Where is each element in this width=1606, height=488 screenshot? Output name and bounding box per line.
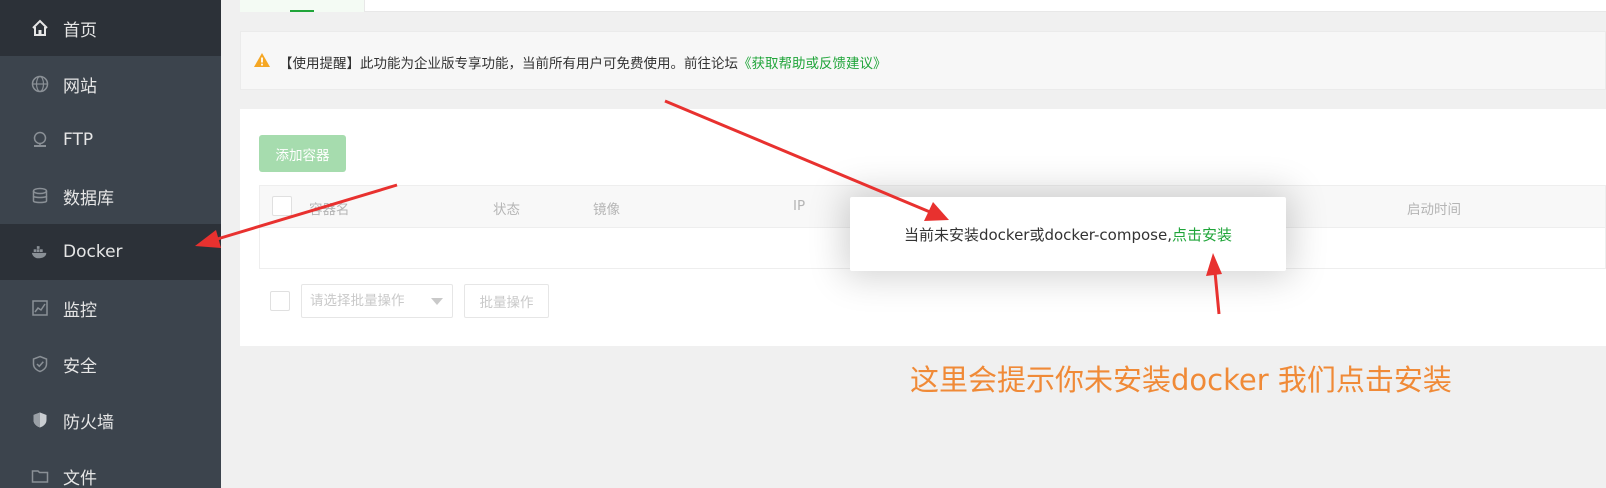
install-link[interactable]: 点击安装 <box>1172 224 1232 245</box>
docker-icon <box>31 243 49 261</box>
monitor-icon <box>31 299 49 317</box>
batch-operation-button[interactable]: 批量操作 <box>464 284 549 318</box>
firewall-shield-icon <box>31 411 49 429</box>
forum-help-link[interactable]: 《获取帮助或反馈建议》 <box>738 56 887 72</box>
sidebar-item-label: 网站 <box>63 76 97 97</box>
sidebar-item-label: FTP <box>63 130 94 150</box>
notice-text-wrap: 【使用提醒】此功能为企业版专享功能，当前所有用户可免费使用。前往论坛《获取帮助或… <box>279 52 887 72</box>
sidebar-item-label: 监控 <box>63 300 97 321</box>
tab-strip <box>240 0 1606 12</box>
sidebar-item-docker[interactable]: Docker <box>0 224 221 280</box>
sidebar-item-home[interactable]: 首页 <box>0 0 221 56</box>
select-all-checkbox[interactable] <box>272 196 292 216</box>
ftp-icon <box>31 131 49 149</box>
tab-active-indicator <box>290 10 314 12</box>
column-header-image[interactable]: 镜像 <box>593 198 620 218</box>
sidebar-item-files[interactable]: 文件 <box>0 448 221 488</box>
batch-select-checkbox[interactable] <box>270 291 290 311</box>
column-header-status[interactable]: 状态 <box>493 198 520 218</box>
usage-notice: 【使用提醒】此功能为企业版专享功能，当前所有用户可免费使用。前往论坛《获取帮助或… <box>240 31 1606 90</box>
column-header-start-time[interactable]: 启动时间 <box>1407 198 1461 218</box>
folder-icon <box>31 467 49 485</box>
chevron-down-icon <box>431 298 443 305</box>
column-header-name[interactable]: 容器名 <box>309 198 350 218</box>
shield-check-icon <box>31 355 49 373</box>
batch-select-placeholder: 请选择批量操作 <box>310 293 405 309</box>
home-icon <box>31 19 49 37</box>
warning-icon <box>253 52 271 72</box>
popup-message: 当前未安装docker或docker-compose, <box>903 225 1172 244</box>
sidebar-item-database[interactable]: 数据库 <box>0 168 221 224</box>
database-icon <box>31 187 49 205</box>
globe-icon <box>31 75 49 93</box>
sidebar-item-label: 数据库 <box>63 188 114 209</box>
docker-not-installed-popup: 当前未安装docker或docker-compose, 点击安装 <box>850 197 1286 271</box>
sidebar-item-ftp[interactable]: FTP <box>0 112 221 168</box>
notice-text: 【使用提醒】此功能为企业版专享功能，当前所有用户可免费使用。前往论坛 <box>279 56 738 72</box>
column-header-ip[interactable]: IP <box>793 198 805 214</box>
tab-active[interactable] <box>240 0 365 12</box>
sidebar-item-security[interactable]: 安全 <box>0 336 221 392</box>
sidebar-item-label: 文件 <box>63 468 97 488</box>
annotation-text: 这里会提示你未安装docker 我们点击安装 <box>910 363 1452 397</box>
add-container-button[interactable]: 添加容器 <box>259 135 346 172</box>
sidebar-item-label: 防火墙 <box>63 412 114 433</box>
sidebar-item-label: 首页 <box>63 20 97 41</box>
sidebar-item-website[interactable]: 网站 <box>0 56 221 112</box>
sidebar-item-monitor[interactable]: 监控 <box>0 280 221 336</box>
sidebar-item-label: 安全 <box>63 356 97 377</box>
sidebar-item-label: Docker <box>63 242 123 262</box>
sidebar-item-firewall[interactable]: 防火墙 <box>0 392 221 448</box>
sidebar: 首页 网站 FTP 数据库 Docker 监控 安全 防火墙 文件 <box>0 0 221 488</box>
batch-operation-select[interactable]: 请选择批量操作 <box>301 284 453 318</box>
